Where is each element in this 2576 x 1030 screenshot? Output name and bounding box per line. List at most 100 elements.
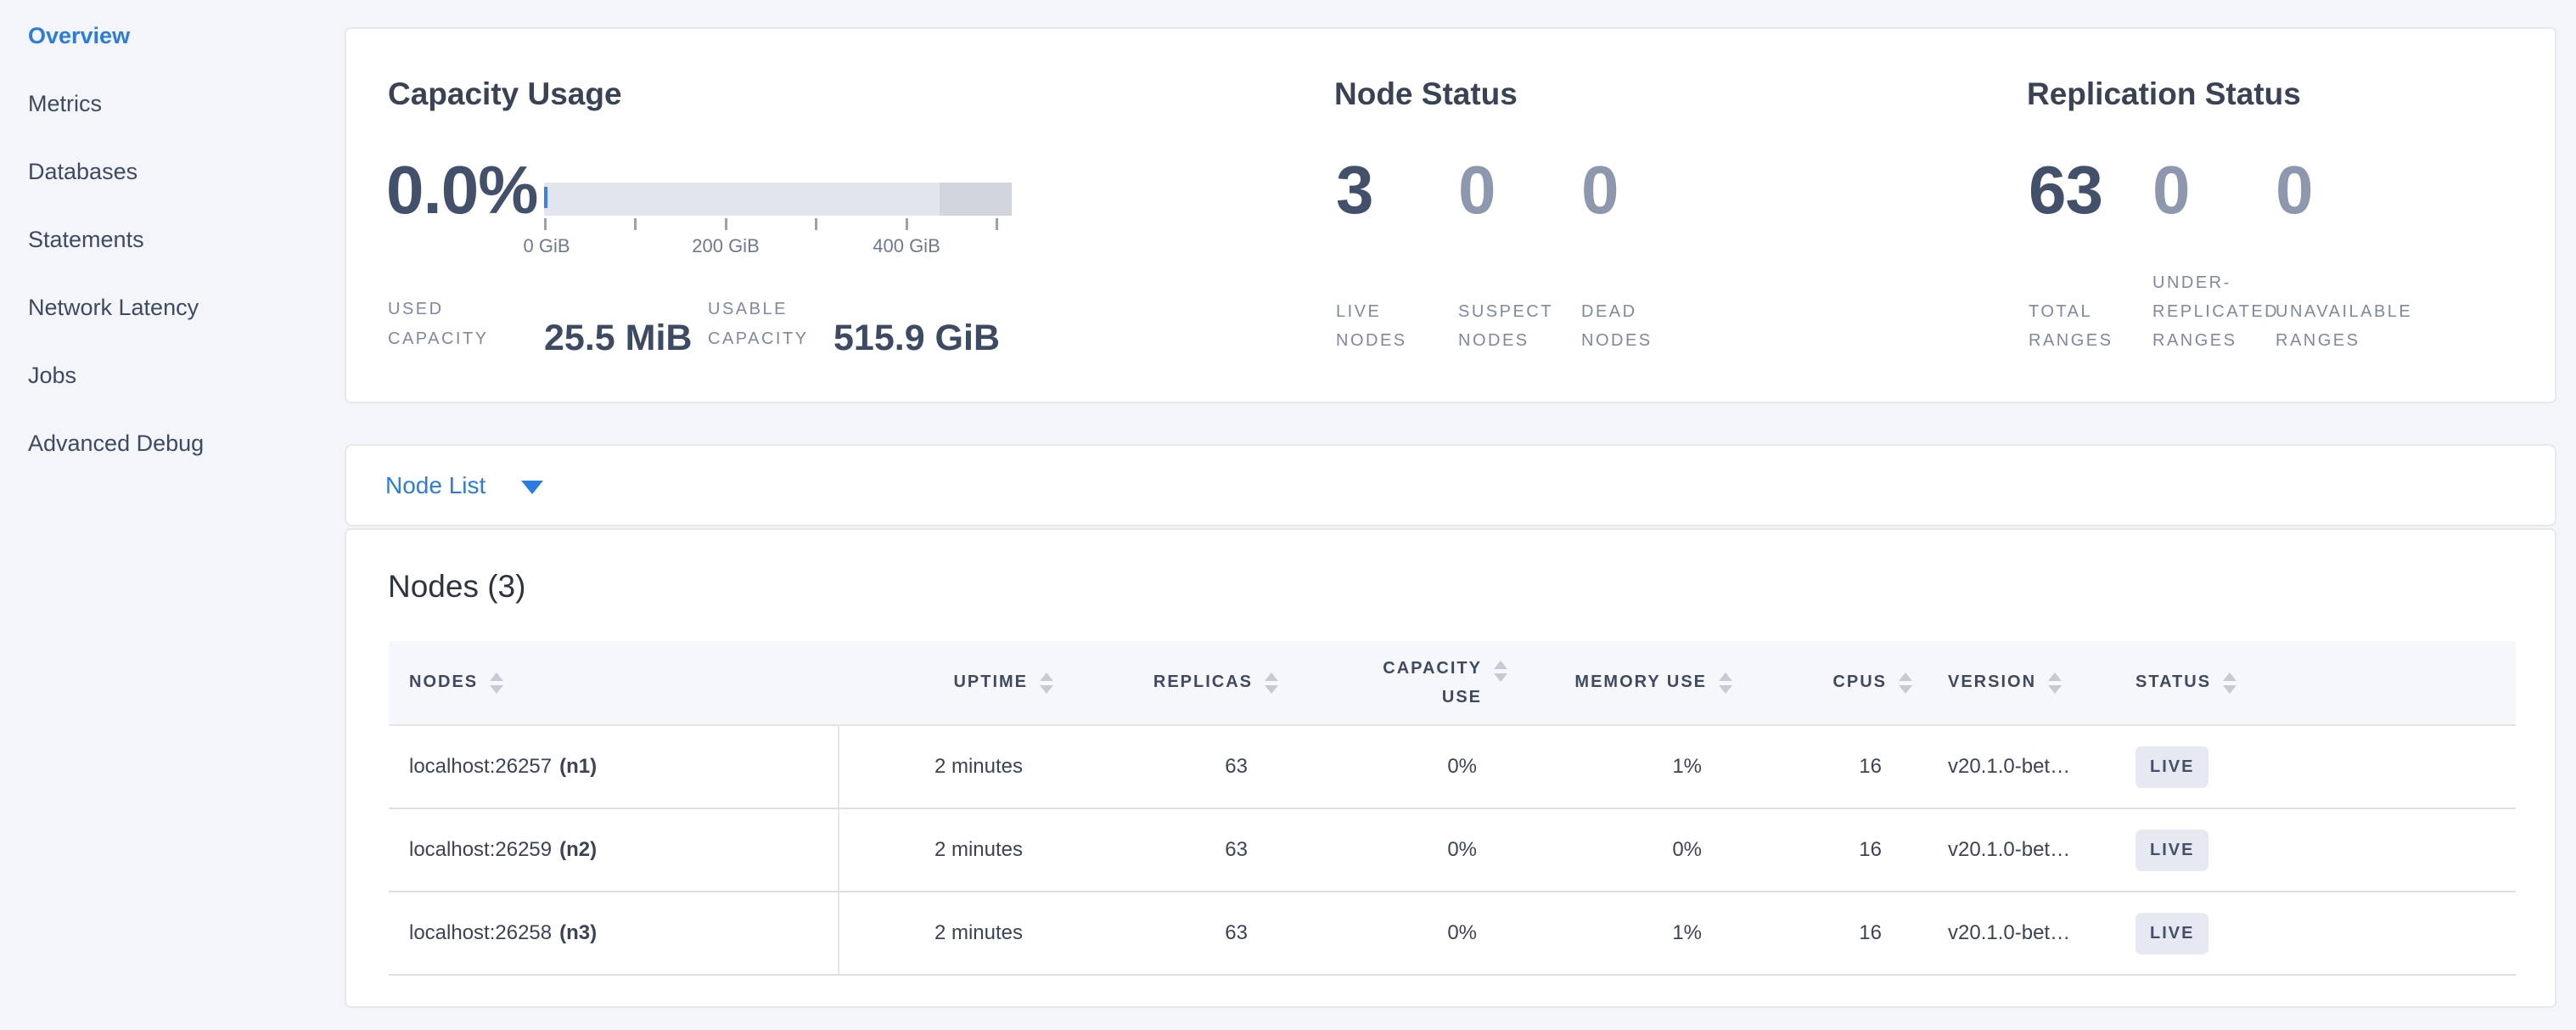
node-list-dropdown[interactable]: Node List xyxy=(346,446,2555,525)
sidebar-item-overview[interactable]: Overview xyxy=(0,2,345,70)
suspect-nodes-stat: 0 SUSPECT NODES xyxy=(1458,156,1563,355)
capacity-usage-bar xyxy=(544,183,1012,216)
capacity-use-cell: 0% xyxy=(1278,892,1507,975)
sort-icon xyxy=(2048,673,2062,694)
node-name: (n1) xyxy=(559,755,597,778)
axis-tick xyxy=(725,218,727,230)
node-address-cell: localhost:26257 (n1) xyxy=(389,725,839,808)
axis-label-400gib: 400 GiB xyxy=(873,235,940,257)
axis-label-200gib: 200 GiB xyxy=(692,235,760,257)
status-cell: LIVE xyxy=(2125,892,2516,975)
nodes-card: Nodes (3) NODES UPTIME REPLICAS CAPACITY… xyxy=(345,528,2556,1008)
unavailable-ranges-value: 0 xyxy=(2276,156,2416,224)
unavailable-ranges-stat: 0 UNAVAILABLE RANGES xyxy=(2276,156,2416,355)
axis-tick xyxy=(906,218,908,230)
status-badge: LIVE xyxy=(2135,913,2208,954)
sort-icon xyxy=(1719,673,1732,694)
total-ranges-label: TOTAL RANGES xyxy=(2029,297,2143,355)
capacity-used-percent: 0.0% xyxy=(386,156,537,224)
sidebar-item-statements[interactable]: Statements xyxy=(0,205,345,273)
column-header-status-label: STATUS xyxy=(2135,673,2211,692)
node-status-title: Node Status xyxy=(1334,76,1518,112)
axis-tick xyxy=(815,218,817,230)
table-header-row: NODES UPTIME REPLICAS CAPACITY USE MEMOR… xyxy=(389,641,2516,725)
memory-use-cell: 1% xyxy=(1507,892,1732,975)
column-header-nodes-label: NODES xyxy=(409,673,478,692)
used-capacity-label: USED CAPACITY xyxy=(388,295,497,354)
capacity-use-cell: 0% xyxy=(1278,808,1507,892)
sidebar-item-metrics[interactable]: Metrics xyxy=(0,70,345,138)
uptime-cell: 2 minutes xyxy=(839,725,1053,808)
suspect-nodes-value: 0 xyxy=(1458,156,1563,224)
axis-tick xyxy=(996,218,998,230)
column-header-uptime[interactable]: UPTIME xyxy=(839,641,1053,725)
sort-icon xyxy=(1899,673,1912,694)
cpus-cell: 16 xyxy=(1732,808,1912,892)
column-header-cpus-label: CPUS xyxy=(1832,673,1887,692)
table-row-node-3[interactable]: localhost:26258 (n3) 2 minutes 63 0% 1% 1… xyxy=(389,892,2516,975)
uptime-cell: 2 minutes xyxy=(839,892,1053,975)
dead-nodes-value: 0 xyxy=(1581,156,1683,224)
version-cell: v20.1.0-bet… xyxy=(1912,892,2125,975)
memory-use-cell: 0% xyxy=(1507,808,1732,892)
capacity-usage-title: Capacity Usage xyxy=(388,76,622,112)
chevron-down-icon xyxy=(521,481,543,494)
total-ranges-stat: 63 TOTAL RANGES xyxy=(2029,156,2143,355)
column-header-uptime-label: UPTIME xyxy=(953,673,1028,692)
replicas-cell: 63 xyxy=(1053,808,1278,892)
cluster-summary-card: Capacity Usage 0.0% 0 GiB 200 GiB 400 Gi… xyxy=(345,27,2556,403)
column-header-capacity-use-label: CAPACITY USE xyxy=(1355,654,1482,712)
under-replicated-ranges-stat: 0 UNDER-REPLICATED RANGES xyxy=(2152,156,2281,355)
axis-tick xyxy=(634,218,637,230)
table-row-node-1[interactable]: localhost:26257(n1) 2 minutes 63 0% 1% 1… xyxy=(389,725,2516,808)
unavailable-ranges-label: UNAVAILABLE RANGES xyxy=(2276,297,2416,355)
sidebar-item-network-latency[interactable]: Network Latency xyxy=(0,273,345,341)
used-capacity-value: 25.5 MiB xyxy=(544,320,692,357)
uptime-cell: 2 minutes xyxy=(839,808,1053,892)
nodes-table: NODES UPTIME REPLICAS CAPACITY USE MEMOR… xyxy=(389,641,2516,976)
node-address: localhost:26257 xyxy=(409,755,552,778)
column-header-capacity-use[interactable]: CAPACITY USE xyxy=(1278,641,1507,725)
sidebar-item-databases[interactable]: Databases xyxy=(0,138,345,205)
live-nodes-value: 3 xyxy=(1336,156,1440,224)
table-row-node-2[interactable]: localhost:26259(n2) 2 minutes 63 0% 0% 1… xyxy=(389,808,2516,892)
column-header-cpus[interactable]: CPUS xyxy=(1732,641,1912,725)
node-name: (n3) xyxy=(559,921,597,944)
column-header-status[interactable]: STATUS xyxy=(2125,641,2516,725)
total-ranges-value: 63 xyxy=(2029,156,2143,224)
dead-nodes-label: DEAD NODES xyxy=(1581,297,1683,355)
status-cell: LIVE xyxy=(2125,725,2516,808)
capacity-bar-used-segment xyxy=(544,187,547,208)
cpus-cell: 16 xyxy=(1732,892,1912,975)
status-badge: LIVE xyxy=(2135,830,2208,871)
replicas-cell: 63 xyxy=(1053,725,1278,808)
capacity-use-cell: 0% xyxy=(1278,725,1507,808)
node-address-cell: localhost:26258 (n3) xyxy=(389,892,839,975)
cpus-cell: 16 xyxy=(1732,725,1912,808)
replicas-cell: 63 xyxy=(1053,892,1278,975)
node-address: localhost:26258 xyxy=(409,921,552,944)
sidebar: Overview Metrics Databases Statements Ne… xyxy=(0,0,345,1030)
node-list-dropdown-label: Node List xyxy=(385,472,485,499)
sort-icon xyxy=(1265,673,1278,694)
dead-nodes-stat: 0 DEAD NODES xyxy=(1581,156,1683,355)
sidebar-item-jobs[interactable]: Jobs xyxy=(0,341,345,409)
capacity-bar-other-segment xyxy=(940,183,1012,216)
live-nodes-label: LIVE NODES xyxy=(1336,297,1440,355)
axis-tick xyxy=(544,218,547,230)
axis-label-0gib: 0 GiB xyxy=(523,235,570,257)
column-header-replicas[interactable]: REPLICAS xyxy=(1053,641,1278,725)
column-header-version-label: VERSION xyxy=(1948,673,2036,692)
column-header-nodes[interactable]: NODES xyxy=(389,641,839,725)
usable-capacity-label: USABLE CAPACITY xyxy=(708,295,817,354)
node-address-cell: localhost:26259(n2) xyxy=(389,808,839,892)
node-list-selector-card: Node List xyxy=(345,444,2556,526)
column-header-memory-use[interactable]: MEMORY USE xyxy=(1507,641,1732,725)
sort-icon xyxy=(490,673,503,694)
column-header-replicas-label: REPLICAS xyxy=(1153,673,1253,692)
sidebar-item-advanced-debug[interactable]: Advanced Debug xyxy=(0,409,345,477)
sort-icon xyxy=(1040,673,1053,694)
status-cell: LIVE xyxy=(2125,808,2516,892)
column-header-memory-use-label: MEMORY USE xyxy=(1574,673,1707,692)
column-header-version[interactable]: VERSION xyxy=(1912,641,2125,725)
